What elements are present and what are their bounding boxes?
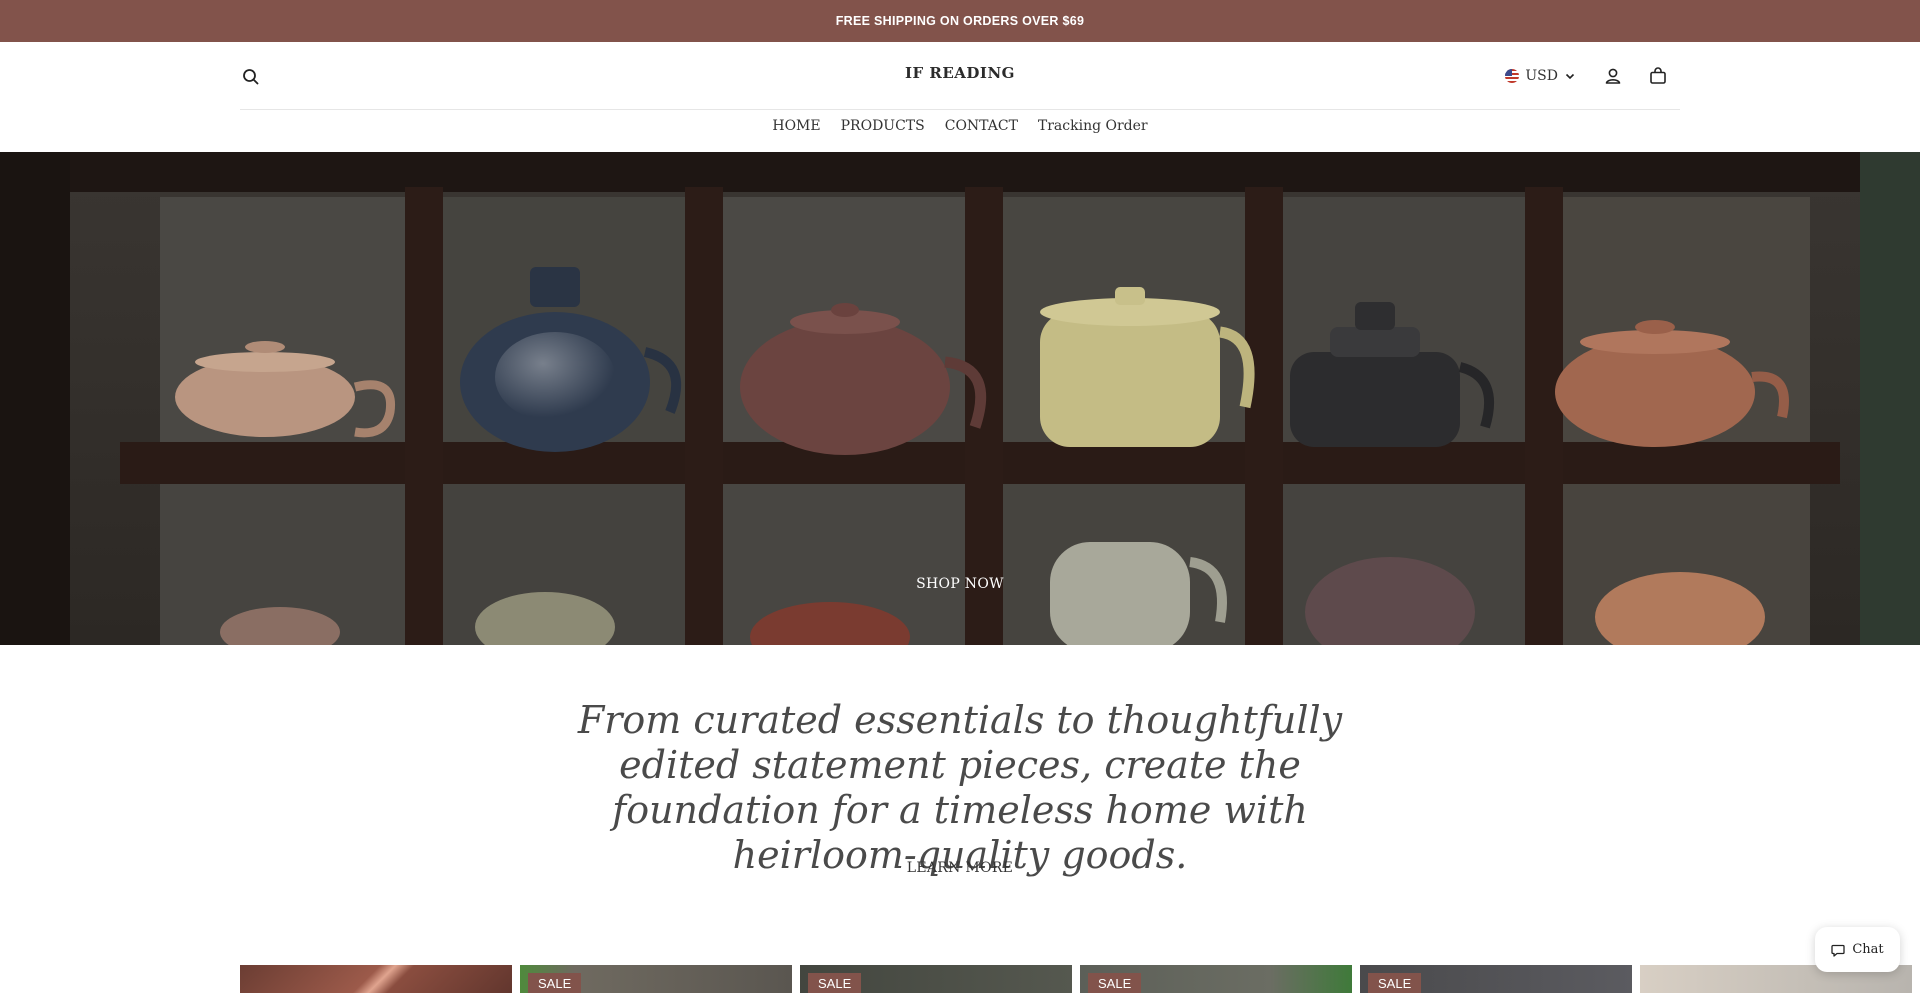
intro-tagline: From curated essentials to thoughtfully … bbox=[577, 698, 1343, 877]
product-grid: SALE SALE SALE SALE bbox=[240, 965, 1920, 993]
header-top-row: IF READING USD bbox=[240, 42, 1680, 110]
shop-now-button[interactable]: SHOP NOW bbox=[0, 576, 1920, 592]
nav-item-home[interactable]: HOME bbox=[772, 118, 820, 134]
currency-label: USD bbox=[1525, 68, 1558, 84]
sale-badge: SALE bbox=[1368, 973, 1422, 993]
us-flag-icon bbox=[1505, 69, 1520, 83]
nav-item-tracking-order[interactable]: Tracking Order bbox=[1038, 118, 1148, 134]
learn-more-link[interactable]: LEARN MORE bbox=[0, 860, 1920, 876]
sale-badge: SALE bbox=[528, 973, 582, 993]
hero-image bbox=[0, 152, 1920, 645]
product-card[interactable] bbox=[240, 965, 512, 993]
announcement-bar: FREE SHIPPING ON ORDERS OVER $69 bbox=[0, 0, 1920, 42]
product-card[interactable]: SALE bbox=[1360, 965, 1632, 993]
main-nav: HOME PRODUCTS CONTACT Tracking Order bbox=[0, 118, 1920, 134]
nav-item-contact[interactable]: CONTACT bbox=[945, 118, 1018, 134]
product-card[interactable]: SALE bbox=[800, 965, 1072, 993]
user-icon[interactable] bbox=[1602, 65, 1624, 87]
nav-item-products[interactable]: PRODUCTS bbox=[841, 118, 925, 134]
site-header: IF READING USD HOME PRODUCTS CONTACT Tra… bbox=[0, 42, 1920, 152]
currency-selector[interactable]: USD bbox=[1505, 66, 1576, 86]
shopping-bag-icon[interactable] bbox=[1647, 65, 1669, 87]
chat-button[interactable]: Chat bbox=[1815, 927, 1900, 972]
chevron-down-icon bbox=[1565, 73, 1575, 80]
sale-badge: SALE bbox=[1088, 973, 1142, 993]
product-card[interactable]: SALE bbox=[520, 965, 792, 993]
hero-banner[interactable]: SHOP NOW bbox=[0, 152, 1920, 645]
site-logo[interactable]: IF READING bbox=[240, 64, 1680, 82]
announcement-text: FREE SHIPPING ON ORDERS OVER $69 bbox=[835, 14, 1085, 28]
product-card[interactable]: SALE bbox=[1080, 965, 1352, 993]
chat-bubble-icon bbox=[1831, 944, 1845, 957]
chat-label: Chat bbox=[1852, 942, 1884, 957]
sale-badge: SALE bbox=[808, 973, 862, 993]
